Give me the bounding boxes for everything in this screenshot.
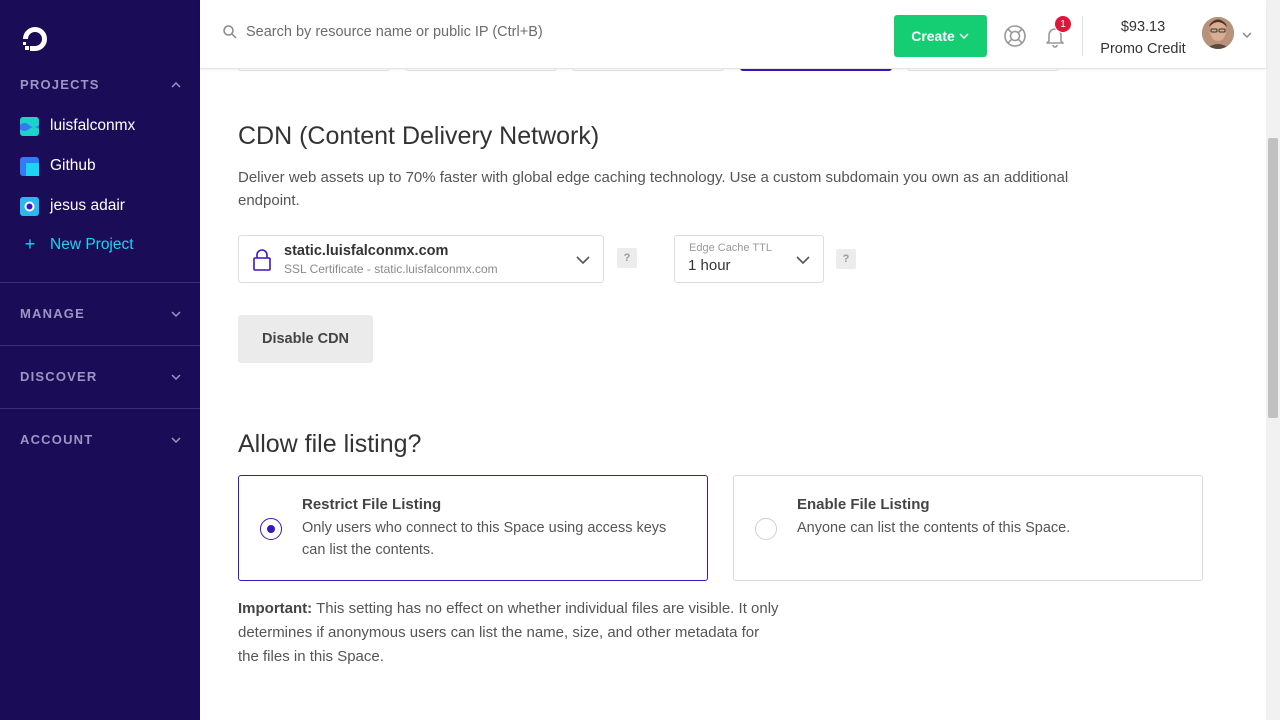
chevron-down-icon[interactable] xyxy=(1241,29,1253,41)
discover-header: DISCOVER xyxy=(20,369,98,384)
create-label: Create xyxy=(911,28,955,44)
chevron-down-icon xyxy=(171,373,181,380)
project-label: Github xyxy=(50,157,96,174)
credit-label: Promo Credit xyxy=(1100,41,1186,57)
cdn-title: CDN (Content Delivery Network) xyxy=(238,122,600,150)
sidebar-item-github[interactable]: Github xyxy=(20,156,96,176)
option-title: Restrict File Listing xyxy=(302,496,442,513)
new-project-label: New Project xyxy=(50,235,134,253)
restrict-file-listing-option[interactable]: Restrict File Listing Only users who con… xyxy=(238,475,708,581)
search-icon xyxy=(223,25,237,39)
option-text: Only users who connect to this Space usi… xyxy=(302,520,667,558)
edge-cache-ttl-select[interactable]: Edge Cache TTL 1 hour xyxy=(674,235,824,283)
important-text: This setting has no effect on whether in… xyxy=(238,600,779,665)
enable-radio[interactable] xyxy=(755,518,777,540)
cdn-certificate: SSL Certificate - static.luisfalconmx.co… xyxy=(284,262,498,276)
ttl-label: Edge Cache TTL xyxy=(689,242,772,254)
cdn-help-icon[interactable]: ? xyxy=(617,248,637,268)
option-title: Enable File Listing xyxy=(797,496,930,513)
chevron-down-icon xyxy=(171,310,181,317)
ttl-value: 1 hour xyxy=(688,257,731,274)
sidebar: PROJECTS luisfalconmx Github jesus adair… xyxy=(0,0,200,720)
account-header: ACCOUNT xyxy=(20,432,94,447)
important-note: Important: This setting has no effect on… xyxy=(238,597,783,669)
help-lifebuoy-icon[interactable] xyxy=(1003,24,1027,48)
sidebar-item-jesus-adair[interactable]: jesus adair xyxy=(20,196,125,216)
digitalocean-logo-icon[interactable] xyxy=(20,24,50,54)
credit-amount: $93.13 xyxy=(1120,19,1166,35)
chevron-down-icon xyxy=(576,256,590,265)
project-label: luisfalconmx xyxy=(50,117,136,134)
projects-header: PROJECTS xyxy=(20,77,100,92)
promo-credit: $93.13 Promo Credit xyxy=(1093,16,1193,60)
cdn-endpoint-value: static.luisfalconmx.com xyxy=(284,243,449,259)
plus-icon: + xyxy=(24,234,36,254)
scrollbar-thumb[interactable] xyxy=(1268,138,1278,418)
sidebar-divider xyxy=(0,345,200,346)
discover-section-toggle[interactable]: DISCOVER xyxy=(20,369,182,384)
new-project-link[interactable]: + New Project xyxy=(20,234,134,255)
lock-icon xyxy=(253,249,271,271)
project-circle-icon xyxy=(20,196,39,216)
restrict-radio[interactable] xyxy=(260,518,282,540)
chevron-down-icon xyxy=(171,436,181,443)
option-text: Anyone can list the contents of this Spa… xyxy=(797,520,1071,536)
project-square-icon xyxy=(20,156,39,176)
chevron-down-icon xyxy=(959,33,969,40)
ttl-help-icon[interactable]: ? xyxy=(836,249,856,269)
avatar-photo xyxy=(1202,17,1234,49)
avatar[interactable] xyxy=(1202,17,1234,49)
cdn-endpoint-select[interactable]: static.luisfalconmx.com SSL Certificate … xyxy=(238,235,604,283)
top-header: Search by resource name or public IP (Ct… xyxy=(200,0,1266,69)
chevron-down-icon xyxy=(796,256,810,265)
search-bar[interactable]: Search by resource name or public IP (Ct… xyxy=(222,24,543,40)
file-listing-title: Allow file listing? xyxy=(238,430,422,458)
project-label: jesus adair xyxy=(50,197,125,214)
enable-file-listing-option[interactable]: Enable File Listing Anyone can list the … xyxy=(733,475,1203,581)
disable-cdn-button[interactable]: Disable CDN xyxy=(238,315,373,363)
projects-section-toggle[interactable]: PROJECTS xyxy=(20,77,182,92)
create-button[interactable]: Create xyxy=(894,15,987,57)
search-input[interactable]: Search by resource name or public IP (Ct… xyxy=(246,24,543,40)
cdn-description: Deliver web assets up to 70% faster with… xyxy=(238,169,1069,209)
project-wave-icon xyxy=(20,116,39,136)
manage-section-toggle[interactable]: MANAGE xyxy=(20,306,182,321)
header-divider xyxy=(1082,16,1083,56)
notification-badge: 1 xyxy=(1054,15,1072,33)
sidebar-item-luisfalconmx[interactable]: luisfalconmx xyxy=(20,116,135,136)
sidebar-divider xyxy=(0,408,200,409)
manage-header: MANAGE xyxy=(20,306,85,321)
sidebar-divider xyxy=(0,282,200,283)
chevron-up-icon xyxy=(171,81,181,88)
important-label: Important: xyxy=(238,600,313,617)
account-section-toggle[interactable]: ACCOUNT xyxy=(20,432,182,447)
